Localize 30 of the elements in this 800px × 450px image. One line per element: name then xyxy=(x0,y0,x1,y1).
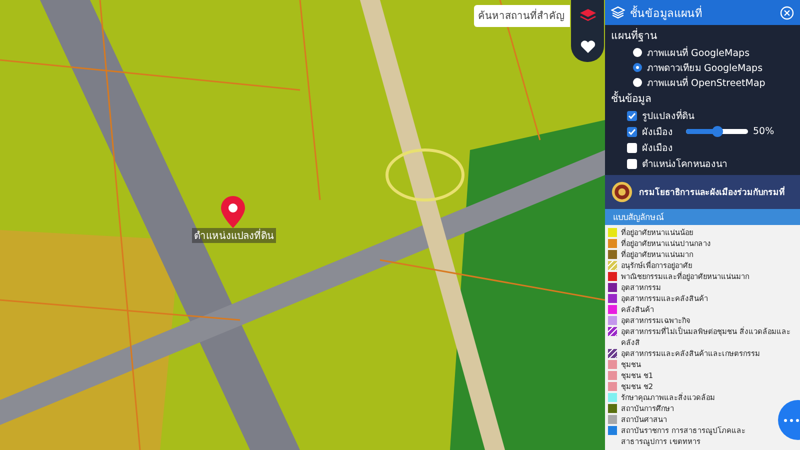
layer-label: ตำแหน่งโคกหนองนา xyxy=(642,157,727,171)
agency-name: กรมโยธาธิการและผังเมืองร่วมกับกรมที่ xyxy=(639,185,785,199)
radio-button[interactable] xyxy=(633,62,642,72)
section-heading: แผนที่ฐาน xyxy=(611,27,658,44)
layer-label: ผังเมือง xyxy=(642,126,673,139)
pin-label: ตำแหน่งแปลงที่ดิน xyxy=(192,228,276,243)
close-icon[interactable] xyxy=(780,6,794,20)
checkbox[interactable] xyxy=(627,110,637,120)
panel-title: ชั้นข้อมูลแผนที่ xyxy=(630,4,703,22)
heart-icon[interactable] xyxy=(580,40,596,54)
search-field[interactable]: ค้นหาสถานที่สำคัญ xyxy=(474,5,570,27)
layer-label: รูปแปลงที่ดิน xyxy=(642,108,694,123)
section-heading: ชั้นข้อมูล xyxy=(611,90,652,107)
map-pin-icon[interactable] xyxy=(220,196,246,228)
legend-title: แบบสัญลักษณ์ xyxy=(613,212,664,224)
slider-value: 50% xyxy=(753,126,774,137)
checkbox[interactable] xyxy=(627,158,637,168)
radio-button[interactable] xyxy=(633,78,642,86)
opacity-slider[interactable] xyxy=(686,129,748,134)
layer-label: ผังเมือง xyxy=(642,142,673,155)
slider-thumb[interactable] xyxy=(712,126,723,137)
checkbox[interactable] xyxy=(627,126,637,136)
emblem-icon xyxy=(611,181,633,203)
checkbox[interactable] xyxy=(627,142,637,152)
option-label: ภาพแผนที่ OpenStreetMap xyxy=(647,75,766,90)
option-label: ภาพแผนที่ GoogleMaps xyxy=(647,45,750,60)
radio-button[interactable] xyxy=(633,48,642,56)
layers-icon[interactable] xyxy=(578,8,596,24)
layers-icon xyxy=(611,6,625,19)
option-label: ภาพดาวเทียม GoogleMaps xyxy=(647,62,763,74)
